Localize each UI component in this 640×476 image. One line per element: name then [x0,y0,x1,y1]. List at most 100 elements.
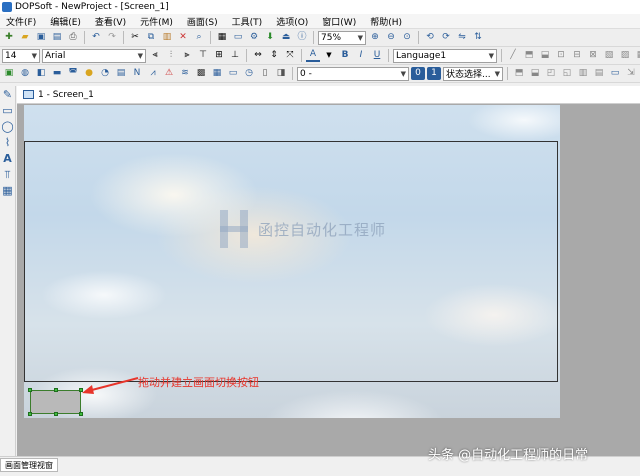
zoom-out-icon[interactable]: ⊖ [384,31,398,44]
move-up-icon[interactable]: ◰ [544,67,558,80]
upload-icon[interactable]: ⏏ [279,31,293,44]
info-icon[interactable]: ⓘ [295,31,309,44]
layer-up-icon[interactable]: ⬒ [522,49,536,62]
redo-icon[interactable]: ↷ [105,31,119,44]
open-folder-icon[interactable]: ▰ [18,31,32,44]
line-icon[interactable]: ╱ [506,49,520,62]
delete-icon[interactable]: ✕ [176,31,190,44]
compile-icon[interactable]: ⚙ [247,31,261,44]
value-select[interactable]: 0 - ▼ [297,66,409,81]
pencil-icon[interactable]: ✎ [1,88,14,101]
distribute-h-icon[interactable]: ▥ [576,67,590,80]
document-tab[interactable]: 1 - Screen_1 [17,86,640,104]
undo-icon[interactable]: ↶ [89,31,103,44]
zoom-select[interactable]: 75% ▼ [318,30,366,45]
font-size-select[interactable]: 14 ▼ [2,48,40,63]
pipe-element-icon[interactable]: ◚ [66,67,80,80]
layer-down-icon[interactable]: ⬓ [538,49,552,62]
menu-screen[interactable]: 画面(S) [185,15,220,28]
screen-switch-button[interactable] [28,388,83,416]
new-file-icon[interactable]: ✚ [2,31,16,44]
copy-icon[interactable]: ⧉ [144,31,158,44]
text-element-icon[interactable]: ▯ [258,67,272,80]
trend-element-icon[interactable]: ⩘ [146,67,160,80]
bold-button[interactable]: B [338,49,352,62]
chart-element-icon[interactable]: ▤ [114,67,128,80]
language-select[interactable]: Language1 ▼ [393,48,497,63]
align-left-icon[interactable]: ⫷ [148,49,162,62]
alarm-element-icon[interactable]: ⚠ [162,67,176,80]
property-icon[interactable]: ▧ [602,49,616,62]
export-icon[interactable]: ⇲ [624,67,638,80]
circle-icon[interactable]: ◯ [1,120,14,133]
menu-view[interactable]: 查看(V) [93,15,128,28]
table-icon[interactable]: ▦ [634,49,640,62]
ungroup-icon[interactable]: ⊟ [570,49,584,62]
align-center-icon[interactable]: ⫶ [164,49,178,62]
time-element-icon[interactable]: ◷ [242,67,256,80]
state-zero-button[interactable]: 0 [411,67,425,80]
align-right-icon[interactable]: ⫸ [180,49,194,62]
rotate-left-icon[interactable]: ⟲ [423,31,437,44]
screen-manager-tab[interactable]: 画面管理视窗 [0,458,58,472]
text-color-icon[interactable]: A [306,49,320,62]
mirror-icon[interactable]: ⇅ [471,31,485,44]
move-down-icon[interactable]: ◱ [560,67,574,80]
menu-window[interactable]: 窗口(W) [320,15,358,28]
indicator-element-icon[interactable]: ● [82,67,96,80]
state-select[interactable]: 状态选择... ▼ [443,66,503,81]
text-color-dropdown-icon[interactable]: ▼ [322,49,336,62]
screen-icon[interactable]: ▭ [231,31,245,44]
meter-element-icon[interactable]: ◔ [98,67,112,80]
zoom-fit-icon[interactable]: ⊙ [400,31,414,44]
table-tool-icon[interactable]: ▦ [1,184,14,197]
resize-handle[interactable] [28,412,32,416]
date-element-icon[interactable]: ▭ [226,67,240,80]
state-one-button[interactable]: 1 [427,67,441,80]
resize-handle[interactable] [54,412,58,416]
flip-icon[interactable]: ⇋ [455,31,469,44]
save-icon[interactable]: ▣ [34,31,48,44]
menu-options[interactable]: 选项(O) [274,15,310,28]
align-bottom-icon[interactable]: ⊥ [228,49,242,62]
menu-element[interactable]: 元件(M) [138,15,175,28]
image-icon[interactable]: ▨ [618,49,632,62]
keypad-element-icon[interactable]: ▩ [194,67,208,80]
same-height-icon[interactable]: ⇕ [267,49,281,62]
zoom-in-icon[interactable]: ⊕ [368,31,382,44]
rectangle-icon[interactable]: ▭ [1,104,14,117]
paste-icon[interactable]: ▥ [160,31,174,44]
menu-help[interactable]: 帮助(H) [368,15,404,28]
scale-icon[interactable]: ⫪ [1,168,14,181]
align-top-icon[interactable]: ⊤ [196,49,210,62]
download-icon[interactable]: ⬇ [263,31,277,44]
rotate-right-icon[interactable]: ⟳ [439,31,453,44]
save-all-icon[interactable]: ▤ [50,31,64,44]
bring-front-icon[interactable]: ⬒ [512,67,526,80]
lamp-element-icon[interactable]: ◍ [18,67,32,80]
same-size-icon[interactable]: ⤧ [283,49,297,62]
bar-element-icon[interactable]: ▬ [50,67,64,80]
group-icon[interactable]: ⊡ [554,49,568,62]
button-element-icon[interactable]: ▣ [2,67,16,80]
menu-file[interactable]: 文件(F) [4,15,38,28]
polyline-icon[interactable]: ⌇ [1,136,14,149]
lock-icon[interactable]: ⊠ [586,49,600,62]
cut-icon[interactable]: ✂ [128,31,142,44]
send-back-icon[interactable]: ⬓ [528,67,542,80]
print-icon[interactable]: ⎙ [66,31,80,44]
switch-element-icon[interactable]: ◧ [34,67,48,80]
find-icon[interactable]: ⌕ [192,31,206,44]
underline-button[interactable]: U [370,49,384,62]
sampling-element-icon[interactable]: ≋ [178,67,192,80]
numeric-element-icon[interactable]: N [130,67,144,80]
resize-handle[interactable] [28,388,32,392]
resize-handle[interactable] [54,388,58,392]
monitor-icon[interactable]: ▭ [608,67,622,80]
distribute-v-icon[interactable]: ▤ [592,67,606,80]
menu-tools[interactable]: 工具(T) [230,15,265,28]
text-tool-icon[interactable]: A [1,152,14,165]
input-element-icon[interactable]: ▦ [210,67,224,80]
same-width-icon[interactable]: ⇔ [251,49,265,62]
graphic-element-icon[interactable]: ◨ [274,67,288,80]
